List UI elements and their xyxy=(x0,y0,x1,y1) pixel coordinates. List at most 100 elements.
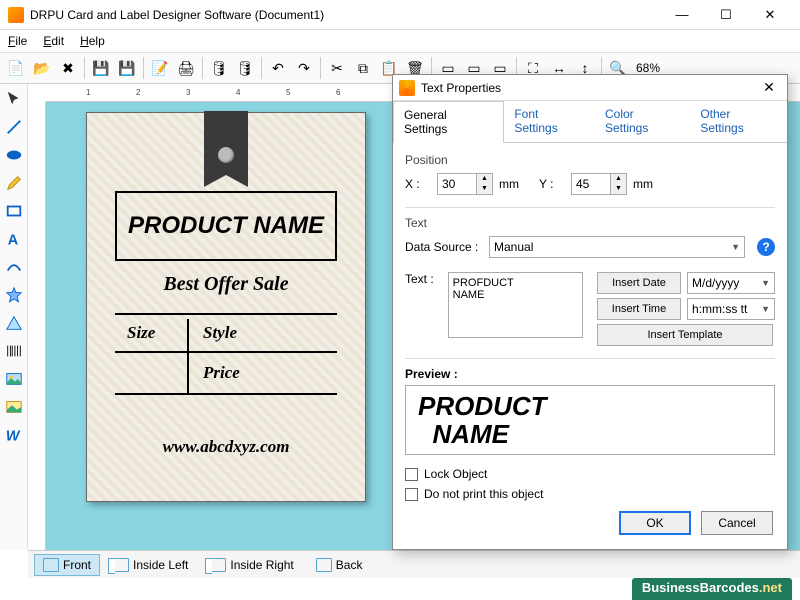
close-doc-icon[interactable]: ✖ xyxy=(56,56,80,80)
spin-down-icon[interactable]: ▼ xyxy=(611,184,626,194)
price-label[interactable]: Price xyxy=(203,363,240,383)
app-icon xyxy=(8,7,24,23)
ellipse-tool-icon[interactable] xyxy=(3,144,25,166)
lock-object-checkbox[interactable]: Lock Object xyxy=(405,467,775,481)
x-unit: mm xyxy=(499,177,519,191)
window-title: DRPU Card and Label Designer Software (D… xyxy=(30,8,660,22)
tab-back[interactable]: Back xyxy=(307,554,372,576)
tab-front[interactable]: Front xyxy=(34,554,100,576)
y-input[interactable]: ▲▼ xyxy=(571,173,627,195)
y-unit: mm xyxy=(633,177,653,191)
size-label[interactable]: Size xyxy=(127,323,155,343)
label-card[interactable]: PRODUCT NAME Best Offer Sale Size Style … xyxy=(86,112,366,502)
rect-tool-icon[interactable] xyxy=(3,200,25,222)
maximize-button[interactable]: ☐ xyxy=(704,0,748,30)
text-input[interactable]: PROFDUCT NAME xyxy=(448,272,583,338)
spin-up-icon[interactable]: ▲ xyxy=(477,174,492,184)
divider xyxy=(115,393,337,395)
tool-palette: A W xyxy=(0,84,28,550)
position-group-label: Position xyxy=(405,153,775,167)
db-edit-icon[interactable]: 🛢 xyxy=(233,56,257,80)
menu-file[interactable]: File xyxy=(8,34,27,48)
insert-template-button[interactable]: Insert Template xyxy=(597,324,773,346)
offer-text[interactable]: Best Offer Sale xyxy=(87,273,365,296)
edit-icon[interactable]: 📝 xyxy=(148,56,172,80)
dialog-body: Position X : ▲▼ mm Y : ▲▼ mm Text Data S… xyxy=(393,143,787,549)
tab-inside-right-label: Inside Right xyxy=(230,558,293,572)
triangle-tool-icon[interactable] xyxy=(3,312,25,334)
titlebar: DRPU Card and Label Designer Software (D… xyxy=(0,0,800,30)
arc-tool-icon[interactable] xyxy=(3,256,25,278)
open-icon[interactable]: 📂 xyxy=(30,56,54,80)
dont-print-label: Do not print this object xyxy=(424,487,543,501)
menubar: File Edit Help xyxy=(0,30,800,52)
undo-icon[interactable]: ↶ xyxy=(266,56,290,80)
spin-down-icon[interactable]: ▼ xyxy=(477,184,492,194)
date-format-select[interactable]: M/d/yyyy▼ xyxy=(687,272,775,294)
picture-tool-icon[interactable] xyxy=(3,396,25,418)
tab-general-settings[interactable]: General Settings xyxy=(393,101,504,143)
page-tabs: Front Inside Left Inside Right Back xyxy=(28,550,800,578)
select-tool-icon[interactable] xyxy=(3,88,25,110)
print-icon[interactable]: 🖨 xyxy=(174,56,198,80)
save-icon[interactable]: 💾 xyxy=(89,56,113,80)
tab-back-label: Back xyxy=(336,558,363,572)
style-label[interactable]: Style xyxy=(203,323,237,343)
watermark: BusinessBarcodes.net xyxy=(632,578,792,600)
url-text[interactable]: www.abcdxyz.com xyxy=(87,437,365,457)
line-tool-icon[interactable] xyxy=(3,116,25,138)
dont-print-checkbox[interactable]: Do not print this object xyxy=(405,487,775,501)
copy-icon[interactable]: ⧉ xyxy=(351,56,375,80)
time-format-select[interactable]: h:mm:ss tt▼ xyxy=(687,298,775,320)
close-button[interactable]: ✕ xyxy=(748,0,792,30)
minimize-button[interactable]: — xyxy=(660,0,704,30)
tab-inside-left[interactable]: Inside Left xyxy=(104,554,197,576)
dialog-icon xyxy=(399,80,415,96)
datasource-label: Data Source : xyxy=(405,240,483,254)
tab-font-settings[interactable]: Font Settings xyxy=(504,101,595,142)
divider xyxy=(115,313,337,315)
new-icon[interactable]: 📄 xyxy=(4,56,28,80)
chevron-down-icon: ▼ xyxy=(761,304,770,314)
datasource-select[interactable]: Manual▼ xyxy=(489,236,745,258)
dialog-tabs: General Settings Font Settings Color Set… xyxy=(393,101,787,143)
saveas-icon[interactable]: 💾 xyxy=(115,56,139,80)
text-properties-dialog: Text Properties ✕ General Settings Font … xyxy=(392,74,788,550)
spin-up-icon[interactable]: ▲ xyxy=(611,174,626,184)
dialog-titlebar[interactable]: Text Properties ✕ xyxy=(393,75,787,101)
dialog-close-icon[interactable]: ✕ xyxy=(757,79,781,96)
barcode-tool-icon[interactable] xyxy=(3,340,25,362)
db-icon[interactable]: 🛢 xyxy=(207,56,231,80)
menu-edit[interactable]: Edit xyxy=(43,34,64,48)
star-tool-icon[interactable] xyxy=(3,284,25,306)
pencil-tool-icon[interactable] xyxy=(3,172,25,194)
chevron-down-icon: ▼ xyxy=(761,278,770,288)
ok-button[interactable]: OK xyxy=(619,511,691,535)
x-label: X : xyxy=(405,177,431,191)
tab-inside-left-label: Inside Left xyxy=(133,558,188,572)
product-name-box[interactable]: PRODUCT NAME xyxy=(115,191,337,261)
divider xyxy=(115,351,337,353)
lock-object-label: Lock Object xyxy=(424,467,487,481)
zoom-value[interactable]: 68% xyxy=(636,61,660,75)
ruler-vertical xyxy=(28,102,46,550)
menu-help[interactable]: Help xyxy=(80,34,105,48)
divider-vertical xyxy=(187,319,189,393)
help-icon[interactable]: ? xyxy=(757,238,775,256)
tab-other-settings[interactable]: Other Settings xyxy=(690,101,787,142)
svg-text:A: A xyxy=(7,232,18,248)
insert-date-button[interactable]: Insert Date xyxy=(597,272,681,294)
image-tool-icon[interactable] xyxy=(3,368,25,390)
x-input[interactable]: ▲▼ xyxy=(437,173,493,195)
text-tool-icon[interactable]: A xyxy=(3,228,25,250)
tab-inside-right[interactable]: Inside Right xyxy=(201,554,302,576)
wordart-tool-icon[interactable]: W xyxy=(3,424,25,446)
text-field-label: Text : xyxy=(405,272,442,286)
tab-color-settings[interactable]: Color Settings xyxy=(595,101,690,142)
insert-time-button[interactable]: Insert Time xyxy=(597,298,681,320)
cut-icon[interactable]: ✂ xyxy=(325,56,349,80)
cancel-button[interactable]: Cancel xyxy=(701,511,773,535)
redo-icon[interactable]: ↷ xyxy=(292,56,316,80)
ribbon-icon xyxy=(204,111,248,175)
svg-text:W: W xyxy=(5,428,20,444)
